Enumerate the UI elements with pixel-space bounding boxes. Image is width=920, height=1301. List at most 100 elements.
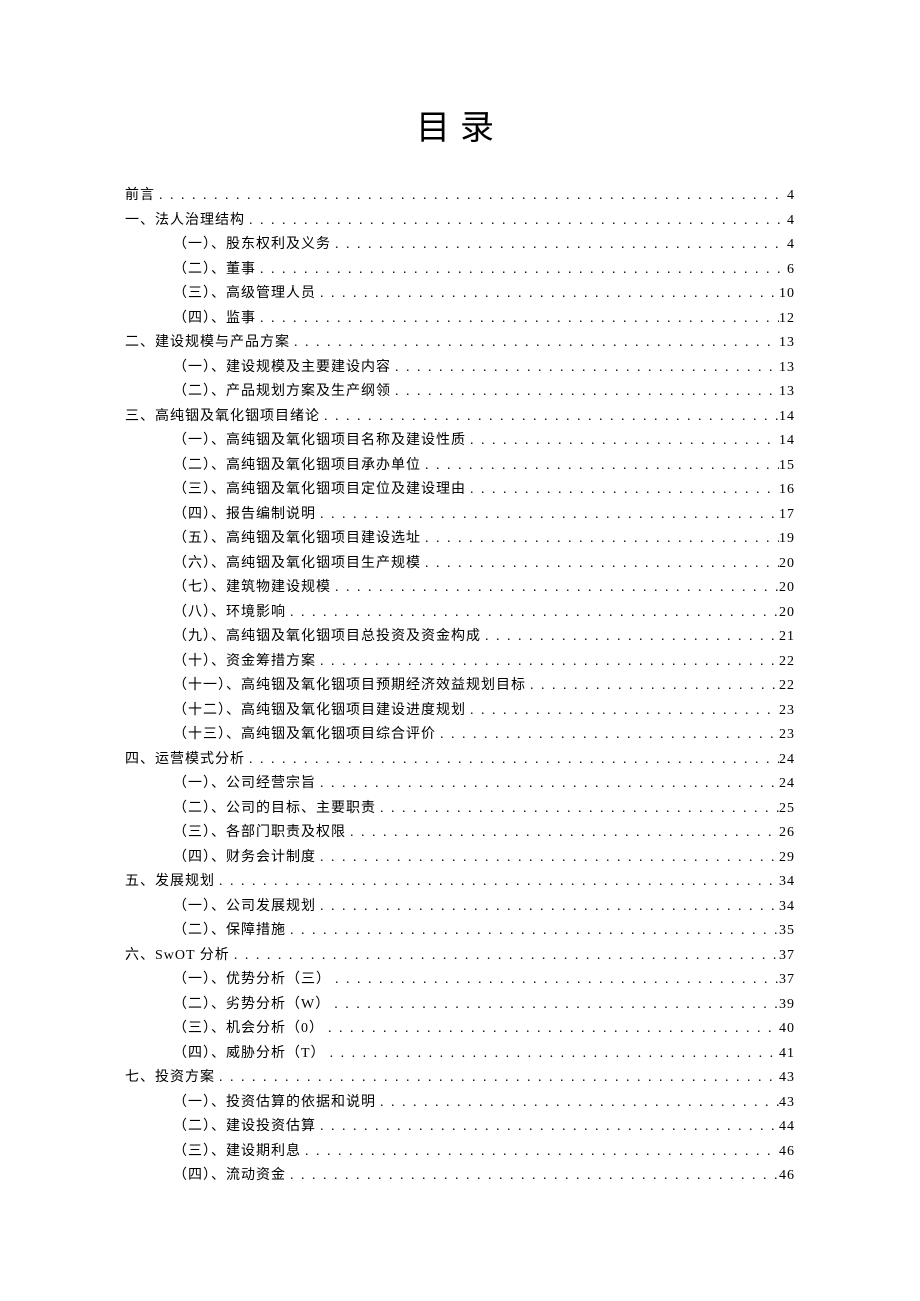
toc-entry-text: （七）、建筑物建设规模 <box>173 576 331 601</box>
toc-leader-dots: . . . . . . . . . . . . . . . . . . . . … <box>245 209 787 234</box>
toc-leader-dots: . . . . . . . . . . . . . . . . . . . . … <box>331 968 779 993</box>
toc-entry-page: 22 <box>779 650 795 675</box>
toc-entry: （六）、高纯铟及氧化铟项目生产规模. . . . . . . . . . . .… <box>125 552 795 577</box>
toc-entry: （四）、流动资金. . . . . . . . . . . . . . . . … <box>125 1164 795 1189</box>
toc-entry-page: 10 <box>779 282 795 307</box>
toc-entry: 三、高纯铟及氧化铟项目绪论. . . . . . . . . . . . . .… <box>125 405 795 430</box>
toc-entry-text: （四）、监事 <box>173 307 256 332</box>
toc-entry-page: 29 <box>779 846 795 871</box>
toc-entry-text: （四）、财务会计制度 <box>173 846 316 871</box>
toc-entry: 一、法人治理结构. . . . . . . . . . . . . . . . … <box>125 209 795 234</box>
toc-entry: （一）、公司经营宗旨. . . . . . . . . . . . . . . … <box>125 772 795 797</box>
toc-entry-text: （一）、公司经营宗旨 <box>173 772 316 797</box>
toc-entry-text: （八）、环境影响 <box>173 601 286 626</box>
toc-leader-dots: . . . . . . . . . . . . . . . . . . . . … <box>215 1066 779 1091</box>
toc-entry-text: （十）、资金筹措方案 <box>173 650 316 675</box>
toc-entry: （十二）、高纯铟及氧化铟项目建设进度规划. . . . . . . . . . … <box>125 699 795 724</box>
toc-leader-dots: . . . . . . . . . . . . . . . . . . . . … <box>421 454 779 479</box>
toc-entry-text: （四）、报告编制说明 <box>173 503 316 528</box>
toc-entry-page: 20 <box>779 601 795 626</box>
toc-entry-page: 4 <box>787 209 795 234</box>
toc-entry: 七、投资方案. . . . . . . . . . . . . . . . . … <box>125 1066 795 1091</box>
toc-entry-text: （一）、高纯铟及氧化铟项目名称及建设性质 <box>173 429 466 454</box>
toc-entry-page: 6 <box>787 258 795 283</box>
toc-leader-dots: . . . . . . . . . . . . . . . . . . . . … <box>286 1164 779 1189</box>
toc-entry: （十一）、高纯铟及氧化铟项目预期经济效益规划目标. . . . . . . . … <box>125 674 795 699</box>
toc-entry-text: （六）、高纯铟及氧化铟项目生产规模 <box>173 552 421 577</box>
toc-leader-dots: . . . . . . . . . . . . . . . . . . . . … <box>316 503 779 528</box>
toc-entry-text: （一）、股东权利及义务 <box>173 233 331 258</box>
toc-entry: （四）、威胁分析（T）. . . . . . . . . . . . . . .… <box>125 1042 795 1067</box>
toc-entry-text: （二）、高纯铟及氧化铟项目承办单位 <box>173 454 421 479</box>
toc-entry-page: 22 <box>779 674 795 699</box>
toc-entry: （三）、高级管理人员. . . . . . . . . . . . . . . … <box>125 282 795 307</box>
toc-leader-dots: . . . . . . . . . . . . . . . . . . . . … <box>290 331 779 356</box>
toc-entry: （九）、高纯铟及氧化铟项目总投资及资金构成. . . . . . . . . .… <box>125 625 795 650</box>
toc-entry-text: （三）、高纯铟及氧化铟项目定位及建设理由 <box>173 478 466 503</box>
toc-leader-dots: . . . . . . . . . . . . . . . . . . . . … <box>346 821 779 846</box>
toc-leader-dots: . . . . . . . . . . . . . . . . . . . . … <box>466 478 779 503</box>
toc-leader-dots: . . . . . . . . . . . . . . . . . . . . … <box>316 282 779 307</box>
toc-entry-text: （九）、高纯铟及氧化铟项目总投资及资金构成 <box>173 625 481 650</box>
toc-entry: （一）、建设规模及主要建设内容. . . . . . . . . . . . .… <box>125 356 795 381</box>
toc-entry-page: 24 <box>779 748 795 773</box>
toc-entry-page: 25 <box>779 797 795 822</box>
toc-entry-page: 17 <box>779 503 795 528</box>
toc-entry: 五、发展规划. . . . . . . . . . . . . . . . . … <box>125 870 795 895</box>
toc-leader-dots: . . . . . . . . . . . . . . . . . . . . … <box>256 258 787 283</box>
toc-entry-page: 13 <box>779 380 795 405</box>
toc-entry-page: 12 <box>779 307 795 332</box>
toc-entry-text: （二）、产品规划方案及生产纲领 <box>173 380 391 405</box>
toc-entry-page: 34 <box>779 895 795 920</box>
toc-entry: （二）、高纯铟及氧化铟项目承办单位. . . . . . . . . . . .… <box>125 454 795 479</box>
toc-entry-text: （十二）、高纯铟及氧化铟项目建设进度规划 <box>173 699 466 724</box>
toc-entry-text: （二）、建设投资估算 <box>173 1115 316 1140</box>
toc-entry-page: 26 <box>779 821 795 846</box>
toc-leader-dots: . . . . . . . . . . . . . . . . . . . . … <box>324 1017 779 1042</box>
toc-entry-text: （三）、建设期利息 <box>173 1140 301 1165</box>
toc-entry-page: 46 <box>779 1140 795 1165</box>
toc-entry-page: 14 <box>779 429 795 454</box>
toc-entry-page: 13 <box>779 331 795 356</box>
toc-entry: （四）、财务会计制度. . . . . . . . . . . . . . . … <box>125 846 795 871</box>
toc-leader-dots: . . . . . . . . . . . . . . . . . . . . … <box>320 405 779 430</box>
toc-entry-page: 37 <box>779 944 795 969</box>
toc-entry-text: 三、高纯铟及氧化铟项目绪论 <box>125 405 320 430</box>
toc-entry: （四）、报告编制说明. . . . . . . . . . . . . . . … <box>125 503 795 528</box>
toc-entry: （二）、董事. . . . . . . . . . . . . . . . . … <box>125 258 795 283</box>
toc-leader-dots: . . . . . . . . . . . . . . . . . . . . … <box>316 650 779 675</box>
toc-entry-text: （一）、建设规模及主要建设内容 <box>173 356 391 381</box>
toc-leader-dots: . . . . . . . . . . . . . . . . . . . . … <box>330 993 779 1018</box>
toc-entry: 四、运营模式分析. . . . . . . . . . . . . . . . … <box>125 748 795 773</box>
toc-leader-dots: . . . . . . . . . . . . . . . . . . . . … <box>331 576 779 601</box>
toc-entry: 前言. . . . . . . . . . . . . . . . . . . … <box>125 184 795 209</box>
toc-entry: （一）、公司发展规划. . . . . . . . . . . . . . . … <box>125 895 795 920</box>
toc-entry-page: 40 <box>779 1017 795 1042</box>
page-container: 目录 前言. . . . . . . . . . . . . . . . . .… <box>0 0 920 1269</box>
toc-entry: （三）、高纯铟及氧化铟项目定位及建设理由. . . . . . . . . . … <box>125 478 795 503</box>
toc-entry-text: （一）、优势分析（三） <box>173 968 331 993</box>
toc-entry-text: （二）、劣势分析（W） <box>173 993 330 1018</box>
toc-entry: （七）、建筑物建设规模. . . . . . . . . . . . . . .… <box>125 576 795 601</box>
toc-entry-page: 16 <box>779 478 795 503</box>
toc-entry-text: （二）、董事 <box>173 258 256 283</box>
toc-entry-text: 一、法人治理结构 <box>125 209 245 234</box>
toc-entry-page: 46 <box>779 1164 795 1189</box>
page-title: 目录 <box>125 100 795 149</box>
toc-leader-dots: . . . . . . . . . . . . . . . . . . . . … <box>466 699 779 724</box>
toc-entry: （三）、机会分析（0）. . . . . . . . . . . . . . .… <box>125 1017 795 1042</box>
toc-entry-page: 35 <box>779 919 795 944</box>
toc-leader-dots: . . . . . . . . . . . . . . . . . . . . … <box>286 601 779 626</box>
toc-entry: （三）、建设期利息. . . . . . . . . . . . . . . .… <box>125 1140 795 1165</box>
toc-entry-text: 五、发展规划 <box>125 870 215 895</box>
toc-entry: （四）、监事. . . . . . . . . . . . . . . . . … <box>125 307 795 332</box>
toc-entry: （二）、公司的目标、主要职责. . . . . . . . . . . . . … <box>125 797 795 822</box>
table-of-contents: 前言. . . . . . . . . . . . . . . . . . . … <box>125 184 795 1189</box>
toc-entry-text: （二）、保障措施 <box>173 919 286 944</box>
toc-leader-dots: . . . . . . . . . . . . . . . . . . . . … <box>301 1140 779 1165</box>
toc-entry-page: 37 <box>779 968 795 993</box>
toc-entry-page: 20 <box>779 576 795 601</box>
toc-entry: （二）、保障措施. . . . . . . . . . . . . . . . … <box>125 919 795 944</box>
toc-entry-page: 13 <box>779 356 795 381</box>
toc-entry-text: 二、建设规模与产品方案 <box>125 331 290 356</box>
